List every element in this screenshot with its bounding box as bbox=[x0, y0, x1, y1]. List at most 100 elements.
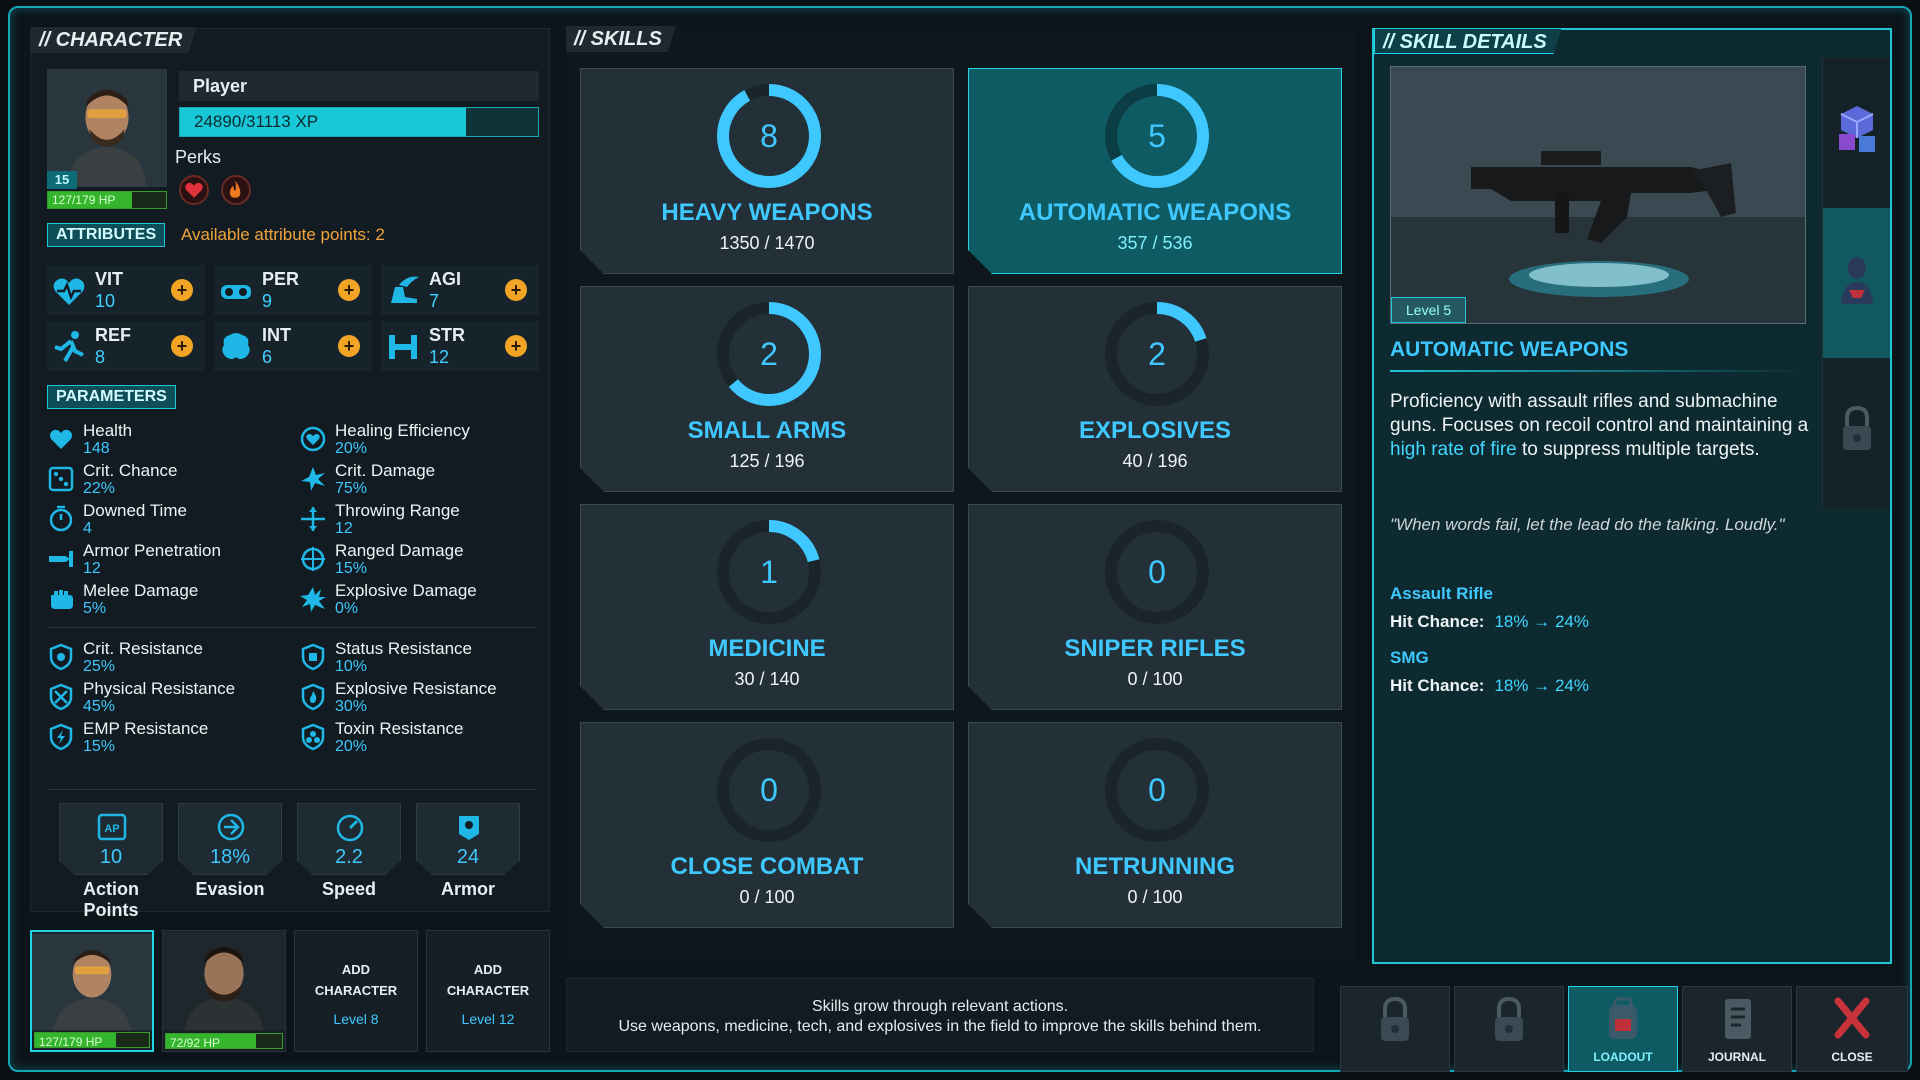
skill-progress: 0 / 100 bbox=[1127, 887, 1183, 907]
skill-progress: 0 / 100 bbox=[1127, 669, 1183, 689]
attribute-name: AGI bbox=[429, 269, 462, 289]
stat-label: Action Points bbox=[83, 879, 139, 920]
param-value: 12 bbox=[83, 560, 101, 577]
skill-progress: 40 / 196 bbox=[1122, 451, 1188, 471]
param-melee-damage: Melee Damage 5% bbox=[47, 581, 287, 619]
skill-level: 2 bbox=[1148, 336, 1166, 372]
smg-icon bbox=[1391, 67, 1805, 323]
skill-name: SMALL ARMS bbox=[687, 417, 847, 444]
roster-portrait bbox=[32, 933, 152, 1031]
lightning-shield-icon bbox=[49, 723, 73, 751]
nav-journal-button[interactable]: JOURNAL bbox=[1682, 986, 1792, 1072]
increase-int-button[interactable]: + bbox=[338, 335, 360, 357]
nav-locked-2[interactable] bbox=[1454, 986, 1564, 1072]
skill-name: EXPLOSIVES bbox=[1078, 417, 1232, 444]
character-name: Player bbox=[179, 71, 539, 101]
add-label: ADD bbox=[473, 962, 503, 977]
param-explosive-damage: Explosive Damage 0% bbox=[299, 581, 539, 619]
roster-slot-companion[interactable]: 72/92 HP bbox=[162, 930, 286, 1052]
param-name: Crit. Damage bbox=[335, 461, 436, 480]
skill-card-medicine[interactable]: 1 MEDICINE 30 / 140 bbox=[580, 504, 954, 710]
side-tab-inventory[interactable] bbox=[1822, 58, 1890, 208]
skill-level: 0 bbox=[1148, 554, 1166, 590]
stat-label: Hit Chance: bbox=[1390, 612, 1485, 631]
skills-panel: // SKILLS 8 HEAVY WEAPONS 1350 / 1470 5 AUTO… bbox=[566, 28, 1356, 964]
character-hp-bar: 127/179 HP bbox=[47, 191, 167, 209]
weapon-stat: Hit Chance: 18% → 24% bbox=[1390, 612, 1589, 632]
xp-bar: 24890/31113 XP bbox=[179, 107, 539, 137]
param-value: 15% bbox=[83, 738, 116, 755]
param-value: 5% bbox=[83, 600, 107, 617]
add-label: ADD bbox=[341, 962, 371, 977]
action-points-icon: AP bbox=[97, 813, 127, 841]
hp-text: 127/179 HP bbox=[52, 193, 116, 207]
skill-name: SNIPER RIFLES bbox=[1064, 635, 1246, 662]
lock-icon bbox=[1843, 405, 1871, 450]
roster-hp-text: 72/92 HP bbox=[170, 1036, 221, 1050]
skill-card-small-arms[interactable]: 2 SMALL ARMS 125 / 196 bbox=[580, 286, 954, 492]
skill-card-explosives[interactable]: 2 EXPLOSIVES 40 / 196 bbox=[968, 286, 1342, 492]
param-crit-resistance: Crit. Resistance 25% bbox=[47, 639, 287, 677]
param-status-resistance: Status Resistance 10% bbox=[299, 639, 539, 677]
skill-card-heavy-weapons[interactable]: 8 HEAVY WEAPONS 1350 / 1470 bbox=[580, 68, 954, 274]
weapon-stat: Hit Chance: 18% → 24% bbox=[1390, 676, 1589, 696]
add-character-slot-1[interactable]: ADD CHARACTER Level 8 bbox=[294, 930, 418, 1052]
nav-locked-1[interactable] bbox=[1340, 986, 1450, 1072]
character-level-badge: 15 bbox=[47, 171, 77, 189]
attribute-agi: AGI 7 + bbox=[381, 265, 539, 315]
stat-evasion: 18% bbox=[178, 803, 282, 875]
param-value: 15% bbox=[335, 560, 368, 577]
lock-icon bbox=[1381, 996, 1409, 1041]
healing-heart-icon bbox=[300, 426, 326, 452]
nav-close-button[interactable]: CLOSE bbox=[1796, 986, 1908, 1072]
shield-icon bbox=[49, 643, 73, 671]
param-name: Physical Resistance bbox=[83, 679, 236, 698]
heart-perk-icon[interactable] bbox=[179, 175, 209, 205]
stat-value: 2.2 bbox=[335, 846, 363, 868]
side-tab-locked[interactable] bbox=[1822, 358, 1890, 508]
nav-label: CLOSE bbox=[1831, 1050, 1873, 1064]
weapon-name: SMG bbox=[1390, 648, 1429, 667]
goggles-icon bbox=[221, 285, 251, 299]
stat-value: 24 bbox=[456, 846, 480, 868]
side-tab-skills[interactable] bbox=[1822, 208, 1890, 358]
increase-per-button[interactable]: + bbox=[338, 279, 360, 301]
param-healing-efficiency: Healing Efficiency 20% bbox=[299, 421, 539, 459]
stat-value: 18% bbox=[209, 846, 251, 868]
skill-card-close-combat[interactable]: 0 CLOSE COMBAT 0 / 100 bbox=[580, 722, 954, 928]
character-portrait[interactable] bbox=[47, 69, 167, 187]
param-value: 12 bbox=[335, 520, 353, 537]
param-armor-penetration: Armor Penetration 12 bbox=[47, 541, 287, 579]
skill-level-tag: Level 5 bbox=[1391, 297, 1467, 323]
attribute-value: 12 bbox=[429, 347, 450, 367]
increase-vit-button[interactable]: + bbox=[171, 279, 193, 301]
add-character-slot-2[interactable]: ADD CHARACTER Level 12 bbox=[426, 930, 550, 1052]
evasion-icon bbox=[217, 813, 245, 841]
speedometer-icon bbox=[336, 814, 364, 842]
stat-label: Hit Chance: bbox=[1390, 676, 1485, 695]
stat-label: Armor bbox=[440, 879, 495, 899]
character-label: CHARACTER bbox=[446, 983, 530, 998]
increase-agi-button[interactable]: + bbox=[505, 279, 527, 301]
parameters-divider bbox=[47, 627, 537, 628]
stat-label: Speed bbox=[321, 879, 377, 899]
timer-icon bbox=[49, 505, 73, 532]
skill-progress: 125 / 196 bbox=[729, 451, 805, 471]
increase-str-button[interactable]: + bbox=[505, 335, 527, 357]
skill-card-automatic-weapons[interactable]: 5 AUTOMATIC WEAPONS 357 / 536 bbox=[968, 68, 1342, 274]
roster-slot-player[interactable]: 127/179 HP bbox=[30, 930, 154, 1052]
attribute-value: 8 bbox=[95, 347, 106, 367]
burst-icon bbox=[301, 467, 325, 491]
increase-ref-button[interactable]: + bbox=[171, 335, 193, 357]
skill-weapon-image: Level 5 bbox=[1390, 66, 1806, 324]
skill-level: 0 bbox=[760, 772, 778, 808]
fire-perk-icon[interactable] bbox=[221, 175, 251, 205]
nav-loadout-button[interactable]: LOADOUT bbox=[1568, 986, 1678, 1072]
skill-card-netrunning[interactable]: 0 NETRUNNING 0 / 100 bbox=[968, 722, 1342, 928]
param-health: Health 148 bbox=[47, 421, 287, 459]
skills-hint-line-2: Use weapons, medicine, tech, and explosi… bbox=[618, 1018, 1262, 1035]
param-value: 20% bbox=[335, 440, 368, 457]
character-label: CHARACTER bbox=[314, 983, 398, 998]
unlock-level: Level 12 bbox=[461, 1011, 515, 1027]
skill-card-sniper-rifles[interactable]: 0 SNIPER RIFLES 0 / 100 bbox=[968, 504, 1342, 710]
